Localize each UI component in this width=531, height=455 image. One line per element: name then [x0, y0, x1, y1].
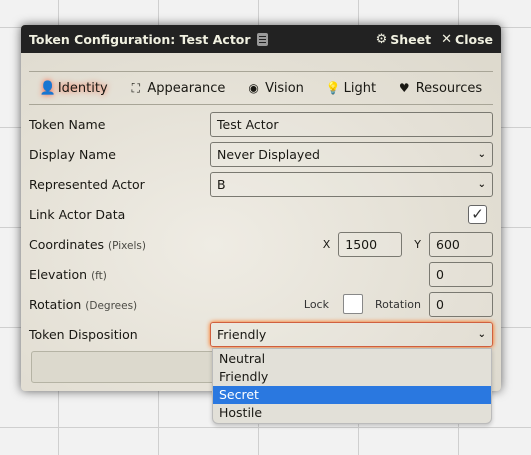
rotation-field-label: Rotation: [374, 297, 421, 311]
link-actor-row: Link Actor Data ✓: [29, 199, 493, 229]
tab-bar: 👤 Identity ⛶ Appearance ◉ Vision 💡 Light…: [29, 71, 493, 105]
disposition-dropdown-list: Neutral Friendly Secret Hostile: [212, 348, 492, 424]
represented-actor-label: Represented Actor: [29, 176, 145, 192]
tab-identity[interactable]: 👤 Identity: [40, 72, 108, 96]
chevron-down-icon: ⌄: [477, 328, 486, 340]
sheet-label: Sheet: [390, 31, 432, 47]
token-config-window: Token Configuration: Test Actor ⚙ Sheet …: [21, 25, 501, 391]
y-input[interactable]: 600: [429, 231, 493, 257]
chevron-down-icon: ⌄: [477, 178, 486, 190]
lock-rotation-checkbox[interactable]: [342, 294, 363, 314]
tab-appearance[interactable]: ⛶ Appearance: [129, 72, 226, 96]
tab-label: Light: [343, 80, 377, 96]
link-actor-label: Link Actor Data: [29, 206, 126, 222]
dropdown-option-hostile[interactable]: Hostile: [213, 404, 491, 423]
tab-resources[interactable]: ♥ Resources: [398, 72, 482, 96]
x-label: X: [322, 237, 331, 251]
display-name-label: Display Name: [29, 146, 116, 162]
link-actor-checkbox[interactable]: ✓: [468, 204, 487, 224]
tab-label: Resources: [415, 80, 483, 96]
window-title-text: Token Configuration: Test Actor: [29, 31, 251, 47]
window-header[interactable]: Token Configuration: Test Actor ⚙ Sheet …: [21, 25, 501, 53]
check-icon: ✓: [471, 205, 484, 223]
rotation-label-text: Rotation: [29, 296, 82, 312]
close-label: Close: [455, 31, 493, 47]
rotation-row: Rotation (Degrees) Lock Rotation 0: [29, 289, 493, 319]
dropdown-option-neutral[interactable]: Neutral: [213, 350, 491, 368]
coordinates-fields: X 1500 Y 600: [322, 231, 493, 257]
window-title: Token Configuration: Test Actor: [29, 32, 366, 47]
tab-label: Appearance: [147, 80, 226, 96]
represented-actor-value: B: [217, 176, 226, 192]
elevation-row: Elevation (ft) 0: [29, 259, 493, 289]
close-button[interactable]: ✕ Close: [441, 32, 493, 47]
chevron-down-icon: ⌄: [477, 148, 486, 160]
dropdown-option-secret[interactable]: Secret: [213, 386, 491, 404]
elevation-hint: (ft): [91, 269, 107, 282]
tab-label: Vision: [265, 80, 304, 96]
person-icon: 👤: [39, 80, 57, 96]
disposition-select[interactable]: Friendly ⌄: [210, 321, 493, 347]
tab-vision[interactable]: ◉ Vision: [247, 72, 304, 96]
rotation-fields: Lock Rotation 0: [303, 291, 493, 317]
rotation-hint: (Degrees): [85, 299, 138, 312]
gear-icon: ⚙: [375, 31, 388, 47]
lightbulb-icon: 💡: [325, 81, 341, 95]
rotation-input[interactable]: 0: [429, 291, 493, 317]
represented-actor-row: Represented Actor B ⌄: [29, 169, 493, 199]
tab-light[interactable]: 💡 Light: [326, 72, 376, 96]
elevation-label-text: Elevation: [29, 266, 88, 282]
id-card-icon: [256, 32, 268, 46]
elevation-label: Elevation (ft): [29, 267, 210, 282]
heart-icon: ♥: [398, 81, 410, 95]
display-name-select[interactable]: Never Displayed ⌄: [210, 141, 493, 167]
lock-label: Lock: [303, 297, 329, 311]
disposition-row: Token Disposition Friendly ⌄: [29, 319, 493, 349]
expand-icon: ⛶: [131, 80, 141, 95]
represented-actor-select[interactable]: B ⌄: [210, 171, 493, 197]
coordinates-row: Coordinates (Pixels) X 1500 Y 600: [29, 229, 493, 259]
rotation-label: Rotation (Degrees): [29, 297, 210, 312]
sheet-button[interactable]: ⚙ Sheet: [376, 32, 432, 47]
elevation-input[interactable]: 0: [429, 261, 493, 287]
disposition-value: Friendly: [217, 326, 267, 342]
coordinates-hint: (Pixels): [108, 239, 146, 252]
display-name-row: Display Name Never Displayed ⌄: [29, 139, 493, 169]
y-label: Y: [414, 237, 421, 251]
coordinates-label: Coordinates (Pixels): [29, 237, 210, 252]
display-name-value: Never Displayed: [217, 146, 320, 162]
eye-icon: ◉: [248, 81, 259, 95]
tab-label: Identity: [57, 80, 108, 96]
token-name-input[interactable]: Test Actor: [210, 111, 493, 137]
disposition-label: Token Disposition: [29, 326, 138, 342]
token-name-row: Token Name Test Actor: [29, 109, 493, 139]
coordinates-label-text: Coordinates: [29, 236, 105, 252]
dropdown-option-friendly[interactable]: Friendly: [213, 368, 491, 386]
token-name-label: Token Name: [29, 116, 106, 132]
x-input[interactable]: 1500: [338, 231, 403, 257]
identity-form: Token Name Test Actor Display Name Never…: [21, 105, 501, 349]
close-icon: ✕: [441, 31, 453, 47]
